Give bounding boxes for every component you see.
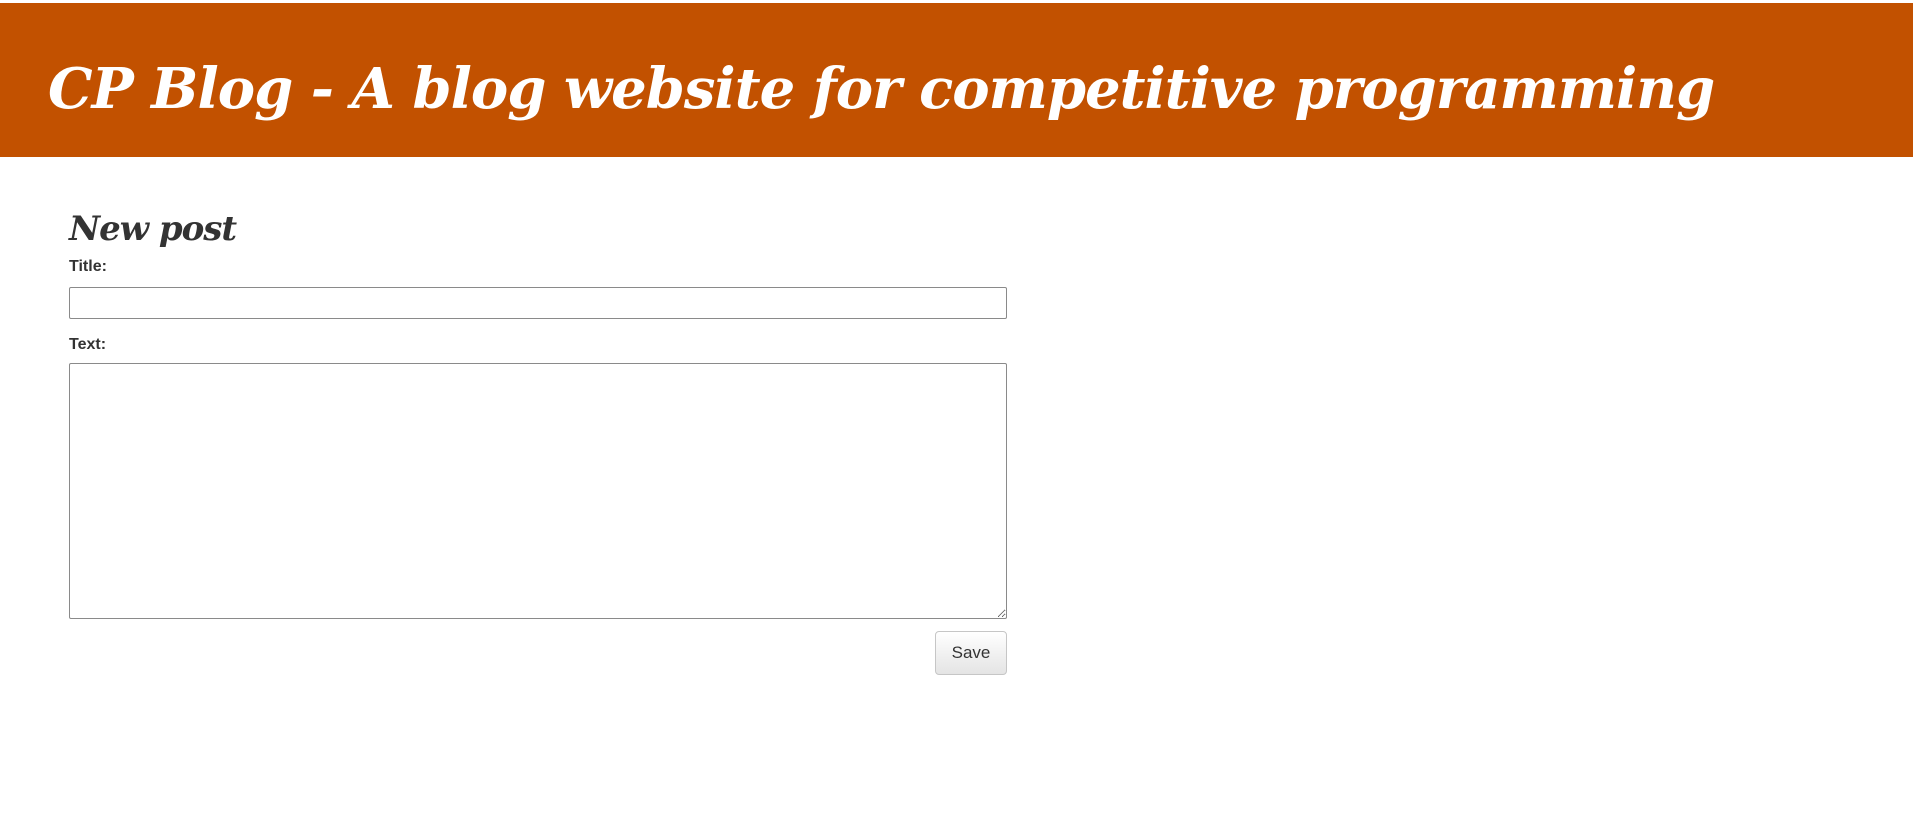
form-heading: New post [69, 209, 237, 249]
form-actions: Save [69, 631, 1007, 675]
text-textarea[interactable] [69, 363, 1007, 619]
save-button[interactable]: Save [935, 631, 1007, 675]
new-post-form: New post Title: Text: Save [69, 205, 1007, 675]
title-label: Title: [69, 258, 107, 275]
text-label: Text: [69, 336, 107, 353]
title-input[interactable] [69, 287, 1007, 319]
site-header: CP Blog - A blog website for competitive… [0, 3, 1913, 157]
site-title[interactable]: CP Blog - A blog website for competitive… [48, 49, 1715, 129]
